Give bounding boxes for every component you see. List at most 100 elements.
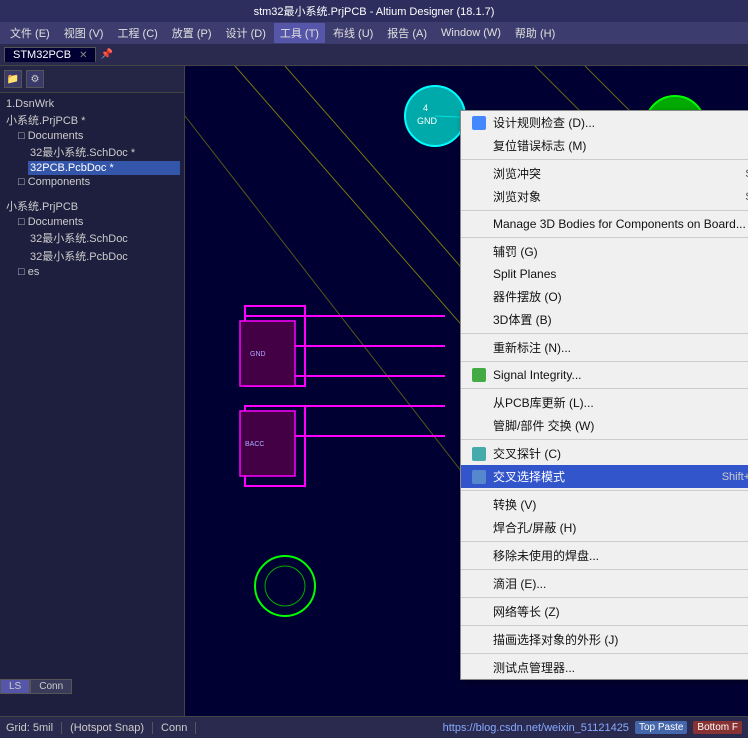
- reset-label: 复位错误标志 (M): [493, 137, 586, 154]
- assist-icon-space: [469, 244, 489, 260]
- update-lib-icon-space: [469, 395, 489, 411]
- test-point-label: 测试点管理器...: [493, 659, 575, 676]
- tree-item-documents1[interactable]: □ Documents: [16, 129, 180, 143]
- tree-item-documents2[interactable]: □ Documents: [16, 215, 180, 229]
- menu-test-point[interactable]: 测试点管理器...: [461, 656, 748, 679]
- sep1: [461, 159, 748, 160]
- tree-item-pcbDoc[interactable]: 32PCB.PcbDoc *: [28, 161, 180, 175]
- comp-place-label: 器件摆放 (O): [493, 288, 562, 305]
- manage-3d-icon-space: [469, 216, 489, 232]
- menu-update-from-lib[interactable]: 从PCB库更新 (L)...: [461, 391, 748, 414]
- sep6: [461, 388, 748, 389]
- remove-pads-icon-space: [469, 548, 489, 564]
- net-length-label: 网络等长 (Z): [493, 603, 560, 620]
- tree-item-schDoc2[interactable]: 32最小系统.SchDoc: [28, 229, 180, 247]
- sep3: [461, 237, 748, 238]
- convert-label: 转换 (V): [493, 496, 536, 513]
- menu-manage-3d[interactable]: Manage 3D Bodies for Components on Board…: [461, 213, 748, 235]
- menu-draw-outline[interactable]: 描画选择对象的外形 (J): [461, 628, 748, 651]
- stm32pcb-tab[interactable]: STM32PCB ✕: [4, 47, 96, 62]
- tree-item-dsnwrk[interactable]: 1.DsnWrk: [4, 97, 180, 111]
- browse-objects-icon-space: [469, 189, 489, 205]
- menu-report[interactable]: 报告 (A): [381, 23, 433, 43]
- tree-item-components1[interactable]: □ Components: [16, 175, 180, 189]
- sep9: [461, 541, 748, 542]
- update-lib-label: 从PCB库更新 (L)...: [493, 394, 594, 411]
- drc-icon: [469, 115, 489, 131]
- menu-window[interactable]: Window (W): [435, 25, 507, 41]
- tree-item-pcbDoc2[interactable]: 32最小系统.PcbDoc: [28, 247, 180, 265]
- cross-select-icon: [469, 469, 489, 485]
- teardrops-icon-space: [469, 576, 489, 592]
- menu-assist[interactable]: 辅罚 (G) ▶: [461, 240, 748, 263]
- test-point-icon-space: [469, 660, 489, 676]
- top-paste-btn[interactable]: Top Paste: [635, 721, 687, 734]
- menu-design-rule-check[interactable]: 设计规则检查 (D)...: [461, 111, 748, 134]
- menu-file[interactable]: 文件 (E): [4, 23, 56, 43]
- sep8: [461, 490, 748, 491]
- browse-conflicts-label: 浏览冲突: [493, 165, 541, 182]
- convert-icon-space: [469, 497, 489, 513]
- weld-icon-space: [469, 520, 489, 536]
- menu-view[interactable]: 视图 (V): [58, 23, 110, 43]
- sidebar: 📁 ⚙ 1.DsnWrk 小系统.PrjPCB * □ Documents 32…: [0, 66, 185, 716]
- bottom-f-btn[interactable]: Bottom F: [693, 721, 742, 734]
- menu-signal-integrity[interactable]: Signal Integrity...: [461, 364, 748, 386]
- sep11: [461, 597, 748, 598]
- ls-tab[interactable]: LS: [0, 679, 30, 694]
- sep4: [461, 333, 748, 334]
- menu-net-length[interactable]: 网络等长 (Z): [461, 600, 748, 623]
- menu-reset-errors[interactable]: 复位错误标志 (M): [461, 134, 748, 157]
- assist-label: 辅罚 (G): [493, 243, 538, 260]
- title-bar: stm32最小系统.PrjPCB - Altium Designer (18.1…: [0, 0, 748, 22]
- sidebar-gear-icon[interactable]: ⚙: [26, 70, 44, 88]
- menu-help[interactable]: 帮助 (H): [509, 23, 561, 43]
- menu-convert[interactable]: 转换 (V) ▶: [461, 493, 748, 516]
- sidebar-tree: 1.DsnWrk 小系统.PrjPCB * □ Documents 32最小系统…: [0, 93, 184, 716]
- pin-icon[interactable]: ✕: [79, 50, 87, 61]
- menu-weld[interactable]: 焊合孔/屏蔽 (H) ▶: [461, 516, 748, 539]
- comp-place-icon-space: [469, 289, 489, 305]
- grid-info: Grid: 5mil: [6, 722, 62, 734]
- conn-tab[interactable]: Conn: [30, 679, 72, 694]
- drc-label: 设计规则检查 (D)...: [493, 114, 595, 131]
- menu-teardrops[interactable]: 滴泪 (E)...: [461, 572, 748, 595]
- split-planes-icon-space: [469, 266, 489, 282]
- menu-3d-body[interactable]: 3D体置 (B) ▶: [461, 308, 748, 331]
- menu-split-planes[interactable]: Split Planes ▶: [461, 263, 748, 285]
- main-area: 📁 ⚙ 1.DsnWrk 小系统.PrjPCB * □ Documents 32…: [0, 66, 748, 716]
- menu-tools[interactable]: 工具 (T): [274, 23, 325, 43]
- pcb-canvas: 4 GND 1 VCC3V3 2 PC13 2 1D2_2 1 DS: [185, 66, 748, 716]
- menu-browse-objects[interactable]: 浏览对象 Shift+X: [461, 185, 748, 208]
- tree-item-es[interactable]: □ es: [16, 265, 180, 279]
- cross-select-shortcut: Shift+Ctrl+X: [722, 471, 748, 483]
- menu-place[interactable]: 放置 (P): [166, 23, 218, 43]
- menu-remove-pads[interactable]: 移除未使用的焊盘...: [461, 544, 748, 567]
- menu-bar: 文件 (E) 视图 (V) 工程 (C) 放置 (P) 设计 (D) 工具 (T…: [0, 22, 748, 44]
- tree-item-prjpcb2[interactable]: 小系统.PrjPCB: [4, 197, 180, 215]
- menu-cross-probe[interactable]: 交叉探针 (C): [461, 442, 748, 465]
- reset-icon-space: [469, 138, 489, 154]
- menu-component-place[interactable]: 器件摆放 (O) ▶: [461, 285, 748, 308]
- sidebar-icons: 📁 ⚙: [0, 66, 184, 93]
- tools-menu[interactable]: 设计规则检查 (D)... 复位错误标志 (M) 浏览冲突 Shift+V: [460, 110, 748, 680]
- menu-browse-conflicts[interactable]: 浏览冲突 Shift+V: [461, 162, 748, 185]
- menu-cross-select[interactable]: 交叉选择模式 Shift+Ctrl+X: [461, 465, 748, 488]
- sidebar-folder-icon[interactable]: 📁: [4, 70, 22, 88]
- menu-design[interactable]: 设计 (D): [220, 23, 272, 43]
- tree-item-prjpcb[interactable]: 小系统.PrjPCB *: [4, 111, 180, 129]
- menu-reannotate[interactable]: 重新标注 (N)...: [461, 336, 748, 359]
- sep12: [461, 625, 748, 626]
- menu-project[interactable]: 工程 (C): [111, 23, 163, 43]
- pin-swap-icon-space: [469, 418, 489, 434]
- hotspot-info: (Hotspot Snap): [70, 722, 153, 734]
- cross-probe-icon: [469, 446, 489, 462]
- remove-pads-label: 移除未使用的焊盘...: [493, 547, 599, 564]
- signal-icon: [469, 367, 489, 383]
- tree-item-schDoc[interactable]: 32最小系统.SchDoc *: [28, 143, 180, 161]
- menu-pin-swap[interactable]: 管脚/部件 交换 (W) ▶: [461, 414, 748, 437]
- toolbar-pin-icon[interactable]: 📌: [100, 49, 112, 60]
- menu-route[interactable]: 布线 (U): [327, 23, 379, 43]
- weld-label: 焊合孔/屏蔽 (H): [493, 519, 576, 536]
- signal-label: Signal Integrity...: [493, 368, 582, 382]
